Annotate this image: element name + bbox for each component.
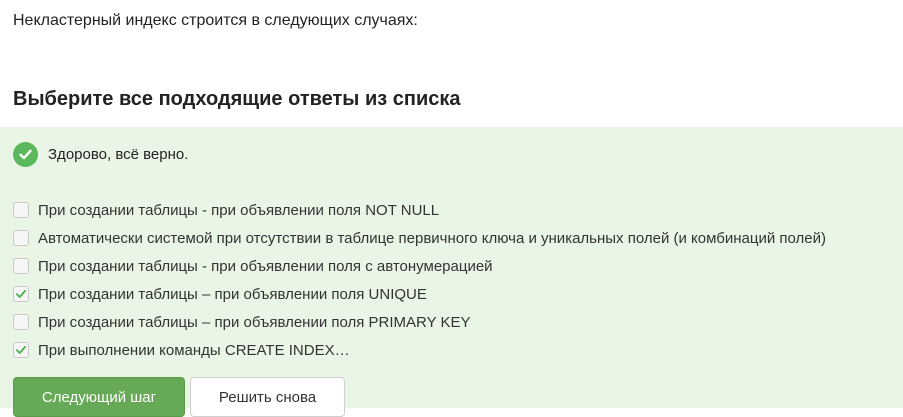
option-label: Автоматически системой при отсутствии в … — [38, 229, 826, 247]
option-label: При выполнении команды CREATE INDEX… — [38, 341, 350, 359]
check-mark-icon — [15, 289, 27, 298]
option-checkbox[interactable] — [13, 258, 29, 274]
next-step-button[interactable]: Следующий шаг — [13, 377, 185, 417]
result-panel: Здорово, всё верно. При создании таблицы… — [0, 127, 903, 417]
option-checkbox[interactable] — [13, 202, 29, 218]
answer-option[interactable]: При создании таблицы - при объявлении по… — [13, 196, 826, 224]
check-mark-icon — [15, 345, 27, 354]
option-checkbox[interactable] — [13, 314, 29, 330]
option-label: При создании таблицы - при объявлении по… — [38, 201, 440, 219]
option-checkbox[interactable] — [13, 342, 29, 358]
instruction-heading: Выберите все подходящие ответы из списка — [13, 88, 461, 110]
checkmark-circle-icon — [13, 141, 38, 167]
question-text: Некластерный индекс строится в следующих… — [13, 12, 418, 29]
option-label: При создании таблицы – при объявлении по… — [38, 285, 427, 303]
answer-options-list: При создании таблицы - при объявлении по… — [13, 196, 826, 364]
feedback-message: Здорово, всё верно. — [13, 141, 188, 167]
answer-option[interactable]: При создании таблицы – при объявлении по… — [13, 308, 826, 336]
answer-option[interactable]: При создании таблицы – при объявлении по… — [13, 280, 826, 308]
feedback-text: Здорово, всё верно. — [48, 145, 189, 163]
option-label: При создании таблицы - при объявлении по… — [38, 257, 493, 275]
answer-option[interactable]: При выполнении команды CREATE INDEX… — [13, 336, 826, 364]
option-label: При создании таблицы – при объявлении по… — [38, 313, 471, 331]
option-checkbox[interactable] — [13, 286, 29, 302]
answer-option[interactable]: Автоматически системой при отсутствии в … — [13, 224, 826, 252]
retry-button[interactable]: Решить снова — [190, 377, 345, 417]
option-checkbox[interactable] — [13, 230, 29, 246]
answer-option[interactable]: При создании таблицы - при объявлении по… — [13, 252, 826, 280]
